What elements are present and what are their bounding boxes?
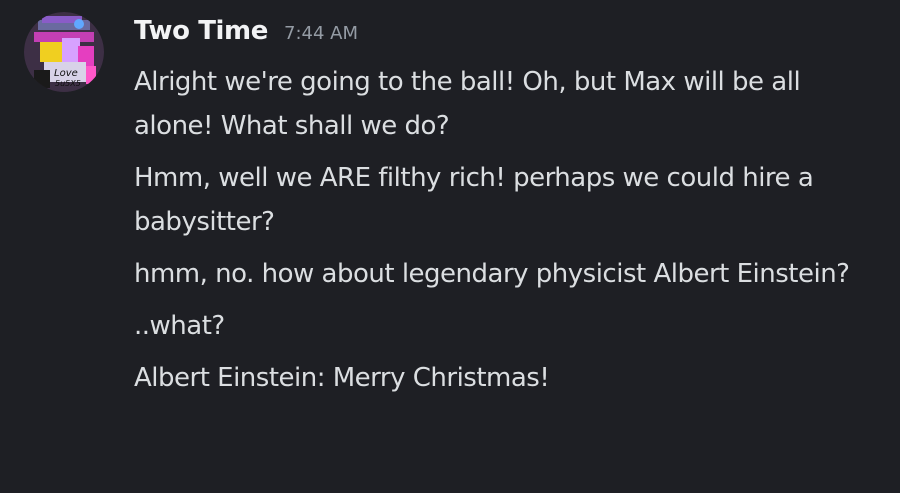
message-line: ..what? [134,311,225,341]
timestamp: 7:44 AM [284,23,358,44]
message-group: Love 5u5X5 Two Time 7:44 AM Alright we'r… [0,0,900,493]
message-list: Alright we're going to the ball! Oh, but… [134,60,874,408]
message-line: Albert Einstein: Merry Christmas! [134,363,550,393]
message-line: Alright we're going to the ball! Oh, but… [134,67,801,141]
message-header: Two Time 7:44 AM [134,16,358,56]
svg-text:5u5X5: 5u5X5 [55,79,81,88]
message-line: Hmm, well we ARE filthy rich! perhaps we… [134,163,814,237]
user-avatar[interactable]: Love 5u5X5 [24,12,104,92]
svg-text:Love: Love [54,68,78,79]
message-line: hmm, no. how about legendary physicist A… [134,259,850,289]
author-name[interactable]: Two Time [134,16,268,46]
avatar-image: Love 5u5X5 [24,12,104,92]
